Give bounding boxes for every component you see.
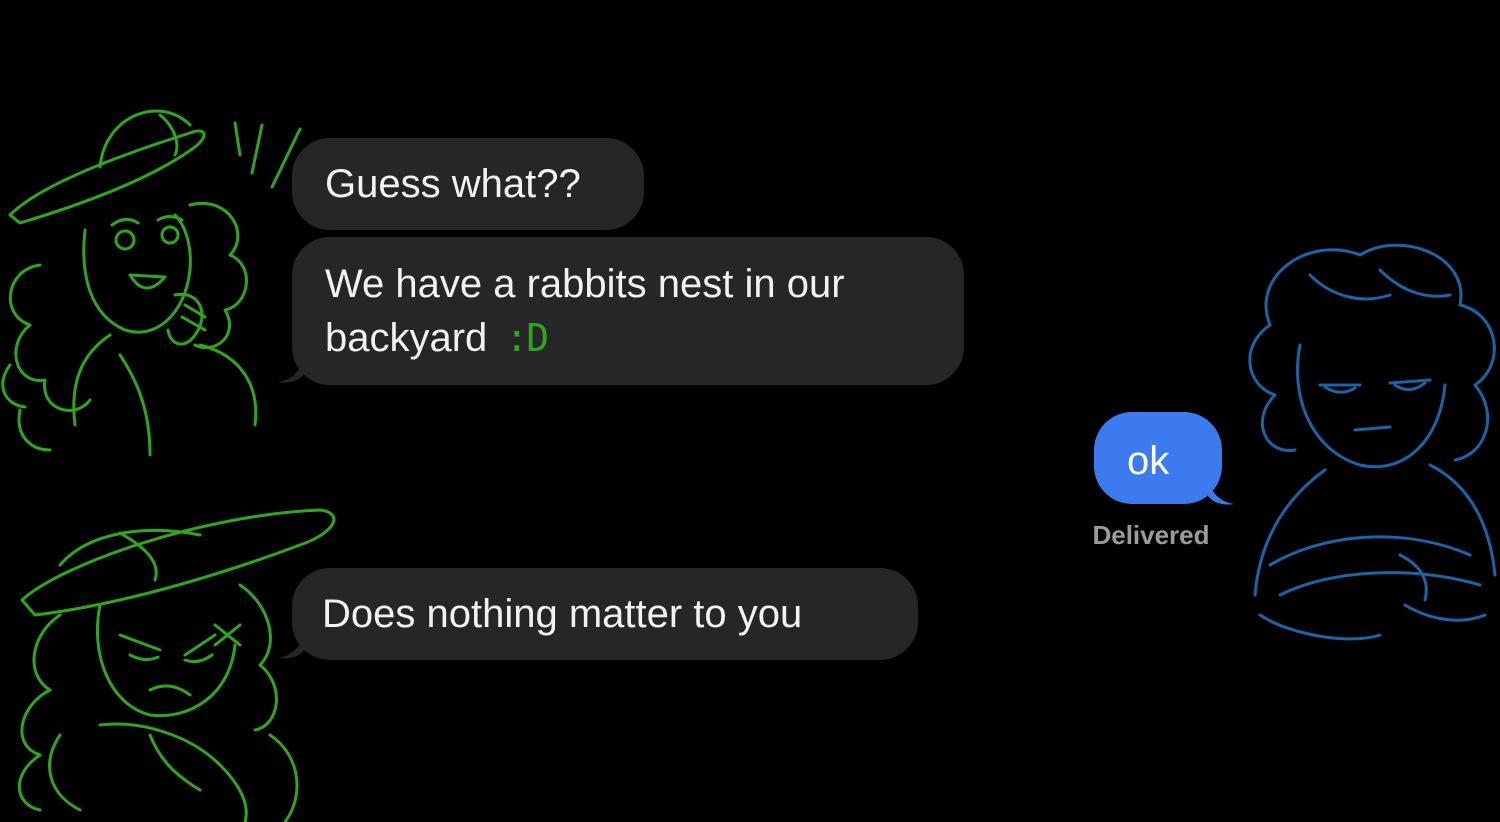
- emote-text: :D: [505, 316, 549, 360]
- bubble-tail-icon: [278, 356, 304, 383]
- outgoing-message-bubble: ok: [1094, 412, 1222, 504]
- message-text: Guess what??: [325, 162, 581, 206]
- incoming-message-bubble: Guess what??: [292, 138, 644, 230]
- bubble-tail-icon: [278, 632, 304, 659]
- message-text: ok: [1127, 439, 1170, 483]
- excited-character-doodle-icon: [1, 109, 302, 457]
- unimpressed-character-doodle-icon: [1248, 243, 1497, 641]
- chat-screen: Guess what?? We have a rabbits nest in o…: [0, 0, 1500, 822]
- upset-character-doodle-icon: [17, 508, 336, 822]
- bubble-tail-icon: [1208, 478, 1234, 505]
- delivery-status: Delivered: [1092, 520, 1210, 550]
- message-text: Does nothing matter to you: [322, 592, 803, 636]
- message-text: We have a rabbits nest in our backyard: [325, 262, 845, 360]
- incoming-message-bubble: Does nothing matter to you: [292, 568, 918, 660]
- incoming-message-bubble: We have a rabbits nest in our backyard:D: [292, 237, 964, 385]
